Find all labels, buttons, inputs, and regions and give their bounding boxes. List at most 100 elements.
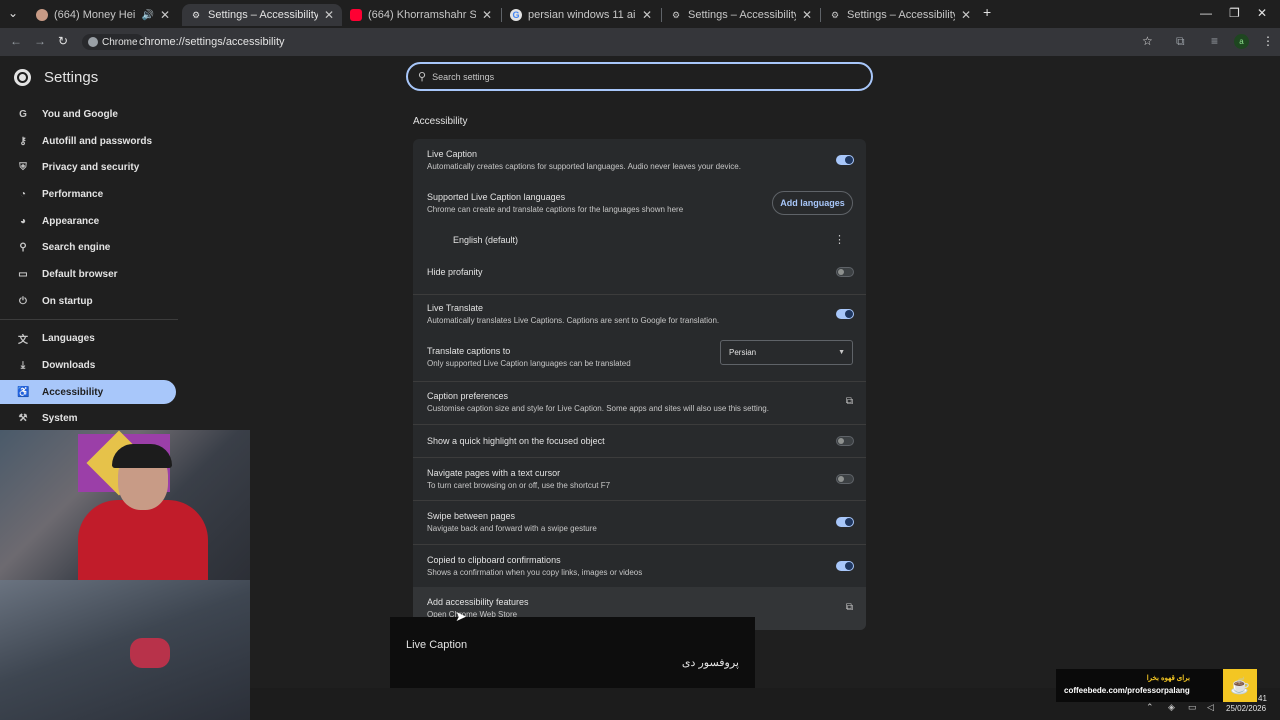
more-options-icon[interactable]: ⋮ bbox=[834, 233, 845, 246]
live-caption-toggle[interactable] bbox=[836, 155, 854, 165]
section-title: Accessibility bbox=[413, 116, 468, 127]
download-icon: ⤓ bbox=[20, 359, 26, 371]
site-chip-label: Chrome bbox=[102, 36, 138, 48]
accessibility-card: Live Caption Automatically creates capti… bbox=[413, 139, 866, 630]
tray-time: 41 bbox=[1258, 694, 1267, 703]
tray-display-icon[interactable]: ▭ bbox=[1188, 702, 1197, 713]
tray-volume-icon[interactable]: ◁ bbox=[1207, 702, 1214, 713]
sidebar-item-privacy[interactable]: ⛨ Privacy and security bbox=[0, 155, 176, 179]
live-caption-bubble[interactable]: Live Caption پروفسور دی bbox=[390, 617, 755, 688]
minimize-icon[interactable]: — bbox=[1200, 6, 1212, 20]
speedometer-icon: ◔ bbox=[19, 188, 27, 200]
profile-avatar[interactable]: a bbox=[1234, 34, 1249, 49]
sidebar-item-label: Appearance bbox=[42, 215, 100, 227]
quick-highlight-toggle[interactable] bbox=[836, 436, 854, 446]
sidebar-item-downloads[interactable]: ⤓ Downloads bbox=[0, 353, 176, 377]
tray-network-icon[interactable]: ◈ bbox=[1168, 702, 1175, 713]
person-shirt bbox=[78, 500, 208, 580]
sidebar-item-accessibility[interactable]: ♿ Accessibility bbox=[0, 380, 176, 404]
clipboard-toggle[interactable] bbox=[836, 561, 854, 571]
row-description: Chrome can create and translate captions… bbox=[427, 205, 684, 214]
sidebar-item-default-browser[interactable]: ▭ Default browser bbox=[0, 262, 176, 286]
sidebar-item-label: System bbox=[42, 412, 78, 424]
tab-khorramshahr[interactable]: (664) Khorramshahr Symphony ✕ bbox=[342, 4, 500, 26]
sidebar-item-search-engine[interactable]: ⚲ Search engine bbox=[0, 235, 176, 259]
chrome-logo-icon bbox=[14, 69, 31, 86]
new-tab-button[interactable]: + bbox=[983, 4, 991, 20]
close-icon[interactable]: ✕ bbox=[961, 8, 971, 22]
search-box[interactable]: ⚲ bbox=[406, 62, 873, 91]
sidebar-item-label: Search engine bbox=[42, 241, 111, 253]
row-description: Customise caption size and style for Liv… bbox=[427, 404, 769, 413]
tab-title: Settings – Accessibility bbox=[208, 9, 318, 21]
live-caption-row[interactable]: Live Caption Automatically creates capti… bbox=[413, 139, 866, 182]
swipe-toggle[interactable] bbox=[836, 517, 854, 527]
gear-icon: ⚙ bbox=[191, 9, 201, 20]
open-external-icon[interactable]: ⧉ bbox=[846, 602, 853, 613]
sidebar-item-appearance[interactable]: ◕ Appearance bbox=[0, 209, 176, 233]
live-translate-row[interactable]: Live Translate Automatically translates … bbox=[413, 294, 866, 337]
row-description: Automatically translates Live Captions. … bbox=[427, 316, 720, 325]
close-icon[interactable]: ✕ bbox=[802, 8, 812, 22]
webcam-feed-top bbox=[0, 430, 250, 580]
google-icon: G bbox=[510, 9, 522, 21]
reload-icon[interactable]: ↻ bbox=[58, 34, 68, 48]
translate-language-select[interactable]: Persian ▼ bbox=[720, 340, 853, 365]
tab-money-heist[interactable]: (664) Money Heist/La Casa 🔊 ✕ bbox=[28, 4, 178, 26]
sidebar-item-system[interactable]: ⚒ System bbox=[0, 406, 176, 430]
close-icon[interactable]: ✕ bbox=[160, 8, 170, 22]
row-title: Hide profanity bbox=[427, 267, 483, 277]
close-icon[interactable]: ✕ bbox=[642, 8, 652, 22]
quick-highlight-row[interactable]: Show a quick highlight on the focused ob… bbox=[413, 424, 866, 456]
tab-settings-accessibility-3[interactable]: ⚙ Settings – Accessibility ✕ bbox=[821, 4, 979, 26]
search-icon: ⚲ bbox=[418, 71, 427, 83]
hide-profanity-toggle[interactable] bbox=[836, 267, 854, 277]
forward-icon[interactable]: → bbox=[34, 34, 46, 48]
promo-line-1: برای قهوه بخرا bbox=[1146, 675, 1190, 682]
tab-search-icon[interactable]: ⌄ bbox=[8, 6, 18, 20]
extensions-icon[interactable]: ⧉ bbox=[1176, 34, 1185, 49]
sidebar-item-autofill[interactable]: ⚷ Autofill and passwords bbox=[0, 129, 176, 153]
caption-title: Live Caption bbox=[406, 639, 468, 651]
avatar-icon bbox=[36, 9, 48, 21]
text-cursor-row[interactable]: Navigate pages with a text cursor To tur… bbox=[413, 457, 866, 500]
promo-url: coffeebede.com/professorpalang bbox=[1064, 686, 1190, 695]
speaker-icon[interactable]: 🔊 bbox=[141, 10, 153, 21]
hide-profanity-row[interactable]: Hide profanity bbox=[413, 257, 866, 287]
close-icon[interactable]: ✕ bbox=[482, 8, 492, 22]
address-bar[interactable]: chrome://settings/accessibility bbox=[139, 36, 285, 48]
close-icon[interactable]: ✕ bbox=[324, 8, 334, 22]
promo-banner: برای قهوه بخرا coffeebede.com/professorp… bbox=[1056, 669, 1224, 702]
clipboard-row[interactable]: Copied to clipboard confirmations Shows … bbox=[413, 544, 866, 587]
tab-google-search[interactable]: G persian windows 11 ai live capti ✕ bbox=[502, 4, 660, 26]
tray-chevron-icon[interactable]: ⌃ bbox=[1146, 702, 1154, 713]
tab-settings-accessibility-2[interactable]: ⚙ Settings – Accessibility ✕ bbox=[662, 4, 820, 26]
open-external-icon[interactable]: ⧉ bbox=[846, 396, 853, 407]
window-close-icon[interactable]: ✕ bbox=[1257, 6, 1267, 20]
live-translate-toggle[interactable] bbox=[836, 309, 854, 319]
row-description: To turn caret browsing on or off, use th… bbox=[427, 481, 611, 490]
bookmark-star-icon[interactable]: ☆ bbox=[1142, 34, 1153, 48]
back-icon[interactable]: ← bbox=[10, 34, 22, 48]
sidebar-item-on-startup[interactable]: ⏻ On startup bbox=[0, 289, 176, 313]
menu-kebab-icon[interactable]: ⋮ bbox=[1262, 34, 1274, 48]
add-languages-button[interactable]: Add languages bbox=[772, 191, 853, 215]
tab-title: Settings – Accessibility bbox=[688, 9, 796, 21]
media-controls-icon[interactable]: ≡ bbox=[1211, 34, 1218, 48]
tray-date: 25/02/2026 bbox=[1226, 704, 1267, 713]
tab-title: (664) Money Heist/La Casa bbox=[54, 9, 136, 21]
search-input[interactable] bbox=[432, 71, 833, 82]
tab-settings-accessibility-active[interactable]: ⚙ Settings – Accessibility ✕ bbox=[182, 4, 342, 26]
caption-preferences-row[interactable]: Caption preferences Customise caption si… bbox=[413, 381, 866, 424]
chrome-icon bbox=[88, 37, 98, 47]
site-chip[interactable]: Chrome bbox=[82, 34, 144, 50]
swipe-row[interactable]: Swipe between pages Navigate back and fo… bbox=[413, 500, 866, 543]
restore-icon[interactable]: ❐ bbox=[1229, 6, 1240, 20]
sidebar-item-label: Languages bbox=[42, 332, 95, 344]
sidebar-item-performance[interactable]: ◔ Performance bbox=[0, 182, 176, 206]
sidebar-item-you-and-google[interactable]: G You and Google bbox=[0, 102, 176, 126]
row-description: Shows a confirmation when you copy links… bbox=[427, 568, 643, 577]
text-cursor-toggle[interactable] bbox=[836, 474, 854, 484]
row-title: Supported Live Caption languages bbox=[427, 192, 566, 202]
sidebar-item-languages[interactable]: 文 Languages bbox=[0, 326, 176, 350]
